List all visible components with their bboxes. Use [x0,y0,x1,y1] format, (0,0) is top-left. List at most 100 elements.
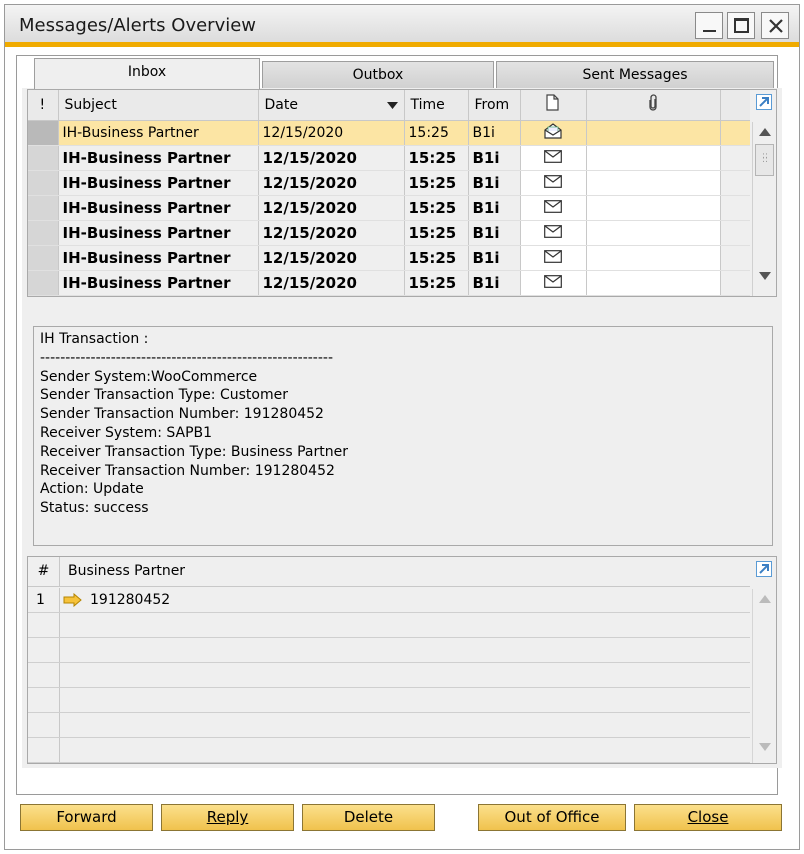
attachment-cell [586,270,721,296]
message-line: ----------------------------------------… [40,349,334,366]
row-number: 1 [28,588,60,612]
scroll-up-icon[interactable] [759,128,771,136]
tab-inbox[interactable]: Inbox [34,58,260,89]
linked-row[interactable] [28,713,750,738]
table-row[interactable]: IH-Business Partner 12/15/2020 15:25 B1i [28,145,750,171]
tab-sent-messages[interactable]: Sent Messages [496,61,774,90]
row-number [28,663,60,687]
row-header[interactable] [28,120,59,146]
scroll-down-icon[interactable] [759,272,771,280]
row-number [28,713,60,737]
row-header[interactable] [28,170,59,196]
row-header[interactable] [28,145,59,171]
messages-grid: ! Subject Date Time From IH-Business Par… [27,89,777,297]
read-status-cell [520,170,587,196]
row-filler [720,145,750,171]
minimize-button[interactable] [695,12,723,39]
scroll-up-icon[interactable] [759,595,771,603]
priority-column-header[interactable]: ! [28,90,59,121]
time-cell: 15:25 [404,245,469,271]
close-icon [769,19,783,33]
table-row[interactable]: IH-Business Partner 12/15/2020 15:25 B1i [28,120,750,146]
expand-grid-icon[interactable] [756,94,772,110]
read-status-cell [520,195,587,221]
linked-row[interactable]: 1 191280452 [28,588,750,613]
row-header[interactable] [28,195,59,221]
out-of-office-button[interactable]: Out of Office [478,804,626,831]
table-row[interactable]: IH-Business Partner 12/15/2020 15:25 B1i [28,170,750,196]
out-of-office-button-label: Out of Office [504,808,600,826]
forward-button[interactable]: Forward [20,804,153,831]
tab-outbox-label: Outbox [352,67,404,83]
subject-column-header[interactable]: Subject [58,90,259,121]
date-cell: 12/15/2020 [258,270,405,296]
linked-grid-scrollbar[interactable] [752,589,776,763]
messages-table: ! Subject Date Time From IH-Business Par… [28,90,750,296]
reply-button[interactable]: Reply [161,804,294,831]
scroll-down-icon[interactable] [759,743,771,751]
expand-linked-grid-icon[interactable] [756,561,772,577]
attachment-cell [586,145,721,171]
messages-scrollbar[interactable]: :::: [752,122,776,296]
attachment-cell [586,220,721,246]
table-row[interactable]: IH-Business Partner 12/15/2020 15:25 B1i [28,195,750,221]
time-column-header[interactable]: Time [404,90,469,121]
forward-button-label: Forward [56,808,117,826]
table-row[interactable]: IH-Business Partner 12/15/2020 15:25 B1i [28,220,750,246]
business-partner-column-header[interactable]: Business Partner [68,557,185,585]
message-line: Sender System:WooCommerce [40,368,258,385]
message-line: Sender Transaction Number: 191280452 [40,406,324,423]
linked-row[interactable] [28,688,750,713]
date-cell: 12/15/2020 [258,170,405,196]
delete-button[interactable]: Delete [302,804,435,831]
linked-row[interactable] [28,613,750,638]
maximize-button[interactable] [727,12,755,39]
tab-inbox-label: Inbox [127,64,167,80]
linked-row[interactable] [28,638,750,663]
message-body: IH Transaction : ------------------------… [33,326,773,546]
document-icon [546,94,559,111]
message-line: Action: Update [40,481,144,498]
linked-row[interactable] [28,738,750,763]
table-header: ! Subject Date Time From [28,90,750,121]
link-arrow-icon[interactable] [63,593,83,607]
date-column-header[interactable]: Date [258,90,405,121]
row-number [28,688,60,712]
table-row[interactable]: IH-Business Partner 12/15/2020 15:25 B1i [28,270,750,296]
message-line: IH Transaction : [40,331,149,347]
scroll-thumb[interactable]: :::: [755,144,774,176]
linked-row[interactable] [28,663,750,688]
minimize-icon [703,30,716,32]
row-filler [720,245,750,271]
title-bar: Messages/Alerts Overview [5,5,799,47]
from-column-header[interactable]: From [468,90,521,121]
envelope-icon [544,274,562,288]
row-header[interactable] [28,245,59,271]
row-header[interactable] [28,270,59,296]
envelope-open-icon [544,122,562,139]
date-cell: 12/15/2020 [258,195,405,221]
tab-outbox[interactable]: Outbox [262,61,494,90]
num-column-header[interactable]: # [28,557,60,586]
row-filler [720,270,750,296]
read-status-column-header[interactable] [520,90,587,121]
from-cell: B1i [468,220,521,246]
row-number [28,738,60,762]
from-cell: B1i [468,145,521,171]
window-title: Messages/Alerts Overview [19,15,257,36]
row-header[interactable] [28,220,59,246]
time-cell: 15:25 [404,120,469,146]
date-cell: 12/15/2020 [258,220,405,246]
envelope-icon [544,249,562,263]
time-cell: 15:25 [404,145,469,171]
date-cell: 12/15/2020 [258,245,405,271]
message-line: Receiver System: SAPB1 [40,424,213,441]
linked-objects-grid: # Business Partner 1 191280452 [27,556,777,764]
close-button[interactable]: Close [634,804,782,831]
table-row[interactable]: IH-Business Partner 12/15/2020 15:25 B1i [28,245,750,271]
read-status-cell [520,270,587,296]
attachment-column-header[interactable] [586,90,721,121]
close-window-button[interactable] [761,12,789,39]
attachment-cell [586,245,721,271]
envelope-icon [544,199,562,213]
